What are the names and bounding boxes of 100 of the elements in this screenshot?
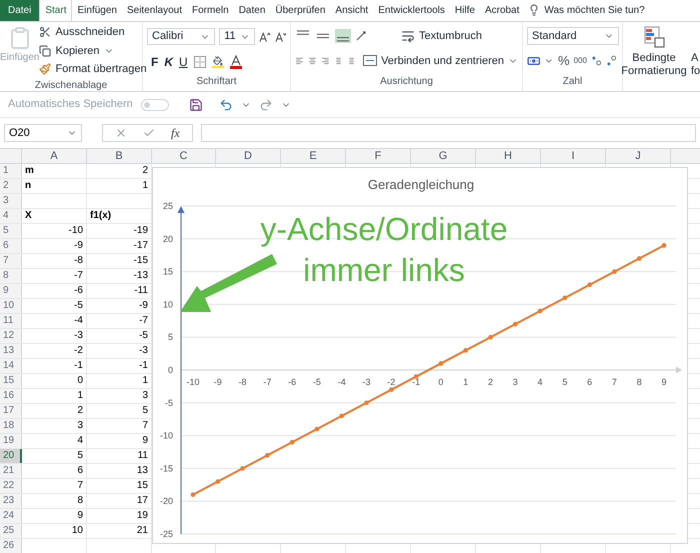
row-header[interactable]: 4 — [0, 209, 22, 223]
column-header[interactable]: D — [216, 149, 281, 163]
ribbon-tab[interactable]: Daten — [234, 0, 270, 21]
row-header[interactable]: 2 — [0, 179, 22, 193]
chart[interactable]: Geradengleichung -25 -20 -15 -10 -5 0 5 10 15 20 25 -10 -9 -8 -7 -6 -5 -4 -3 -2 -1 0 1 2 3 4 5 6 7 8 9 y-Achse/Ordinate immer links — [152, 167, 688, 544]
ribbon-tab[interactable]: Entwicklertools — [373, 0, 450, 21]
table-cell: n — [25, 179, 32, 193]
ribbon-tab[interactable]: Seitenlayout — [122, 0, 188, 21]
font-name-field[interactable]: Calibri — [147, 28, 216, 45]
column-header[interactable]: B — [87, 149, 152, 163]
ribbon-tab[interactable]: Hilfe — [450, 0, 480, 21]
ribbon-tab[interactable]: Datei — [0, 0, 40, 21]
increase-decimal-icon[interactable] — [590, 54, 602, 67]
row-header[interactable]: 23 — [0, 494, 22, 508]
percent-button[interactable]: % — [558, 51, 570, 70]
row-header[interactable]: 11 — [0, 314, 22, 328]
row-header[interactable]: 5 — [0, 224, 22, 238]
enter-icon[interactable] — [143, 127, 155, 139]
undo-icon[interactable] — [218, 98, 233, 112]
row-header[interactable]: 16 — [0, 389, 22, 403]
axis-tick-label: 25 — [162, 201, 173, 211]
formula-input[interactable] — [200, 124, 696, 142]
cut-button[interactable]: Ausschneiden — [39, 24, 147, 40]
table-cell: -3 — [74, 329, 83, 343]
grow-font-icon[interactable] — [259, 30, 271, 42]
shrink-font-icon[interactable] — [274, 30, 286, 42]
axis-tick-label: 4 — [538, 377, 543, 387]
ribbon-tab[interactable]: Einfügen — [72, 0, 122, 21]
row-header[interactable]: 14 — [0, 359, 22, 373]
decrease-decimal-icon[interactable] — [606, 54, 618, 67]
column-header[interactable]: G — [411, 149, 476, 163]
table-cell: m — [25, 164, 34, 178]
row-header[interactable]: 12 — [0, 329, 22, 343]
table-cell: 10 — [72, 524, 83, 538]
bold-button[interactable]: F — [151, 53, 158, 71]
data-point — [662, 243, 666, 248]
row-header[interactable]: 24 — [0, 509, 22, 523]
table-cell: -6 — [74, 284, 83, 298]
row-header[interactable]: 17 — [0, 404, 22, 418]
row-header[interactable]: 18 — [0, 419, 22, 433]
row-header[interactable]: 8 — [0, 269, 22, 283]
table-cell: -13 — [134, 269, 148, 283]
borders-icon[interactable] — [194, 56, 206, 68]
column-header[interactable]: F — [346, 149, 411, 163]
table-cell: 8 — [77, 494, 83, 508]
name-box[interactable]: O20 — [4, 124, 82, 142]
insert-function-button[interactable]: fx — [171, 124, 180, 142]
row-header[interactable]: 21 — [0, 464, 22, 478]
column-header[interactable]: J — [606, 149, 671, 163]
column-header[interactable]: E — [281, 149, 346, 163]
italic-button[interactable]: K — [164, 53, 174, 71]
row-header[interactable]: 3 — [0, 194, 22, 208]
row-header[interactable]: 1 — [0, 164, 22, 178]
column-header[interactable]: C — [152, 149, 216, 163]
conditional-formatting-button[interactable]: Bedingte Formatierung — [623, 22, 685, 91]
save-icon[interactable] — [188, 98, 203, 112]
cut-off-label: fo — [691, 65, 700, 78]
row-header[interactable]: 25 — [0, 524, 22, 538]
underline-button[interactable]: U — [179, 53, 188, 71]
ribbon-tab[interactable]: Überprüfen — [270, 0, 330, 21]
data-point — [488, 334, 493, 340]
thousands-button[interactable]: 000 — [574, 54, 587, 67]
cut-off-label: A — [691, 52, 700, 65]
row-header[interactable]: 9 — [0, 284, 22, 298]
tell-me-search[interactable]: Was möchten Sie tun? — [544, 2, 645, 18]
row-header[interactable]: 20 — [0, 449, 22, 463]
format-painter-button[interactable]: Format übertragen — [39, 61, 147, 78]
number-format-field[interactable]: Standard — [527, 27, 619, 45]
group-label: Ausrichtung — [379, 75, 434, 89]
row-header[interactable]: 13 — [0, 344, 22, 358]
row-header[interactable]: 22 — [0, 479, 22, 493]
column-header[interactable]: A — [22, 149, 87, 163]
merge-center-button[interactable]: Verbinden und zentrieren — [363, 52, 518, 69]
copy-button[interactable]: Kopieren — [39, 42, 147, 59]
group-label: Schriftart — [195, 75, 238, 89]
row-header[interactable]: 7 — [0, 254, 22, 268]
autosave-toggle[interactable] — [140, 98, 169, 110]
axis-tick-label: -25 — [160, 529, 173, 539]
redo-icon[interactable] — [258, 98, 273, 112]
fill-color-icon[interactable] — [212, 56, 224, 68]
data-point — [587, 282, 592, 288]
column-header[interactable]: H — [476, 149, 541, 163]
font-size-field[interactable]: 11 — [219, 28, 256, 45]
row-header[interactable]: 10 — [0, 299, 22, 313]
table-cell: -5 — [139, 329, 148, 343]
ribbon-tab[interactable]: Ansicht — [330, 0, 374, 21]
table-cell: 0 — [77, 374, 83, 388]
align-bottom-icon[interactable] — [335, 29, 351, 44]
row-header[interactable]: 19 — [0, 434, 22, 448]
row-header[interactable]: 15 — [0, 374, 22, 388]
ribbon-tab[interactable]: Formeln — [187, 0, 234, 21]
table-cell: -4 — [74, 314, 83, 328]
column-header[interactable]: I — [541, 149, 606, 163]
ribbon-tab[interactable]: Acrobat — [480, 0, 524, 21]
wrap-text-button[interactable]: Textumbruch — [401, 28, 482, 44]
ribbon-tab[interactable]: Start — [39, 0, 72, 21]
row-header[interactable]: 26 — [0, 539, 22, 553]
row-header[interactable]: 6 — [0, 239, 22, 253]
cancel-icon[interactable] — [115, 127, 127, 139]
font-color-icon[interactable] — [230, 55, 242, 69]
